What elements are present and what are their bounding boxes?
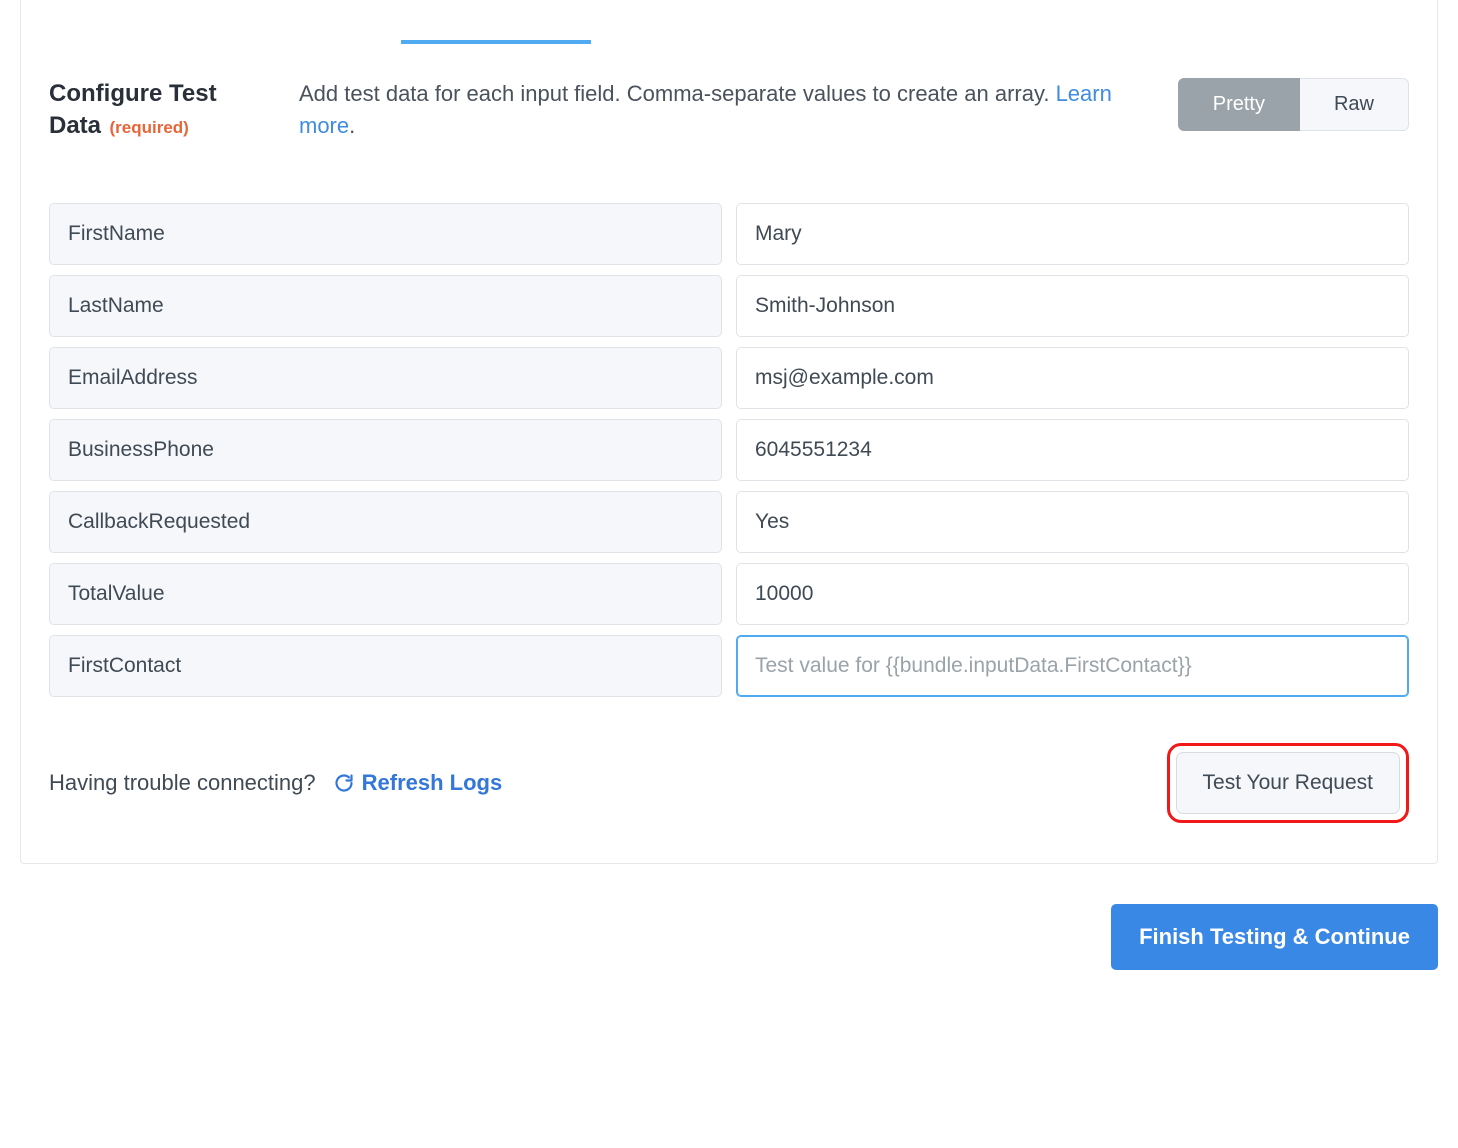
field-label: FirstName (49, 203, 722, 265)
field-input-callbackrequested[interactable] (736, 491, 1409, 553)
field-label: LastName (49, 275, 722, 337)
view-toggle: Pretty Raw (1178, 78, 1409, 131)
section-title-block: Configure Test Data (required) (49, 78, 259, 143)
field-input-totalvalue[interactable] (736, 563, 1409, 625)
config-panel: Configure Test Data (required) Add test … (20, 0, 1438, 864)
raw-toggle-button[interactable]: Raw (1300, 78, 1409, 131)
refresh-logs-link[interactable]: Refresh Logs (334, 770, 503, 796)
field-input-lastname[interactable] (736, 275, 1409, 337)
section-description: Add test data for each input field. Comm… (299, 78, 1138, 142)
description-suffix: . (349, 113, 355, 138)
field-label: FirstContact (49, 635, 722, 697)
header-row: Configure Test Data (required) Add test … (49, 78, 1409, 143)
test-data-form: FirstName LastName EmailAddress Business… (49, 203, 1409, 697)
finish-testing-continue-button[interactable]: Finish Testing & Continue (1111, 904, 1438, 970)
field-input-businessphone[interactable] (736, 419, 1409, 481)
field-input-emailaddress[interactable] (736, 347, 1409, 409)
field-label: TotalValue (49, 563, 722, 625)
test-your-request-button[interactable]: Test Your Request (1176, 752, 1400, 814)
field-label: CallbackRequested (49, 491, 722, 553)
tab-indicator (401, 40, 591, 44)
trouble-row: Having trouble connecting? Refresh Logs … (49, 737, 1409, 823)
trouble-text: Having trouble connecting? (49, 770, 316, 796)
pretty-toggle-button[interactable]: Pretty (1178, 78, 1300, 131)
field-input-firstname[interactable] (736, 203, 1409, 265)
test-button-highlight: Test Your Request (1167, 743, 1409, 823)
finish-row: Finish Testing & Continue (20, 904, 1438, 970)
refresh-logs-label: Refresh Logs (362, 770, 503, 796)
field-label: BusinessPhone (49, 419, 722, 481)
refresh-icon (334, 773, 354, 793)
required-label: (required) (109, 118, 188, 137)
field-input-firstcontact[interactable] (736, 635, 1409, 697)
field-label: EmailAddress (49, 347, 722, 409)
description-text: Add test data for each input field. Comm… (299, 81, 1056, 106)
